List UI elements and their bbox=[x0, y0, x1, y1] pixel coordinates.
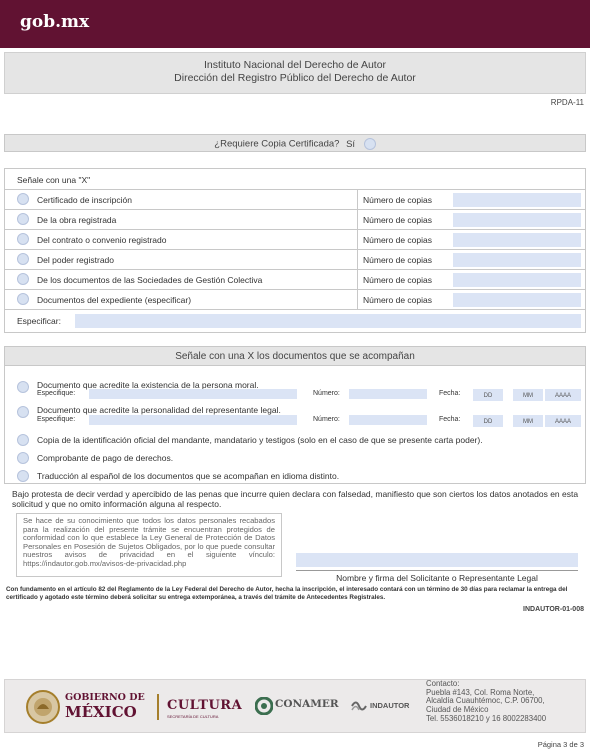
signature-label: Nombre y firma del Solicitante o Represe… bbox=[336, 573, 538, 583]
month-input[interactable]: MM bbox=[513, 415, 543, 427]
copies-input[interactable] bbox=[453, 253, 581, 267]
number-label: Número: bbox=[313, 416, 340, 423]
checkbox-obra[interactable] bbox=[17, 213, 29, 225]
specify-label: Especificar: bbox=[17, 316, 61, 326]
doc3-label: Copia de la identificación oficial del m… bbox=[37, 435, 483, 445]
divider bbox=[357, 230, 358, 250]
list-item: Documentos del expediente (especificar) … bbox=[5, 289, 585, 310]
contact-line: Tel. 5536018210 y 16 8002283400 bbox=[426, 713, 547, 723]
item-label: Documentos del expediente (especificar) bbox=[37, 295, 192, 305]
checkbox-poder[interactable] bbox=[17, 253, 29, 265]
header-box: Instituto Nacional del Derecho de Autor … bbox=[4, 52, 586, 94]
divider bbox=[357, 190, 358, 210]
footer: GOBIERNO DE MÉXICO CULTURA SECRETARÍA DE… bbox=[4, 679, 586, 733]
year-input[interactable]: AAAA bbox=[545, 389, 581, 401]
item-label: Del contrato o convenio registrado bbox=[37, 235, 167, 245]
specify-input[interactable] bbox=[75, 314, 581, 328]
checkbox-comprobante[interactable] bbox=[17, 452, 29, 464]
copies-input[interactable] bbox=[453, 213, 581, 227]
day-input[interactable]: DD bbox=[473, 415, 503, 427]
divider bbox=[357, 210, 358, 230]
certified-copy-checkbox[interactable] bbox=[363, 138, 376, 150]
page-number: Página 3 de 3 bbox=[537, 740, 584, 749]
copies-input[interactable] bbox=[453, 293, 581, 307]
month-input[interactable]: MM bbox=[513, 389, 543, 401]
year-input[interactable]: AAAA bbox=[545, 415, 581, 427]
number-input[interactable] bbox=[349, 389, 427, 399]
copies-label: Número de copias bbox=[363, 235, 432, 245]
copies-label: Número de copias bbox=[363, 195, 432, 205]
declaration-text: Bajo protesta de decir verdad y apercibi… bbox=[12, 489, 579, 509]
section2-title: Señale con una X los documentos que se a… bbox=[4, 346, 586, 366]
certified-copy-yes-label: Sí bbox=[346, 138, 356, 150]
logo-cultura-sub: SECRETARÍA DE CULTURA bbox=[167, 714, 219, 719]
checkbox-traduccion[interactable] bbox=[17, 470, 29, 482]
indautor-icon bbox=[351, 701, 367, 711]
checkbox-expediente[interactable] bbox=[17, 293, 29, 305]
checkbox-contrato[interactable] bbox=[17, 233, 29, 245]
date-label: Fecha: bbox=[439, 390, 461, 397]
certified-copy-bar: ¿Requiere Copia Certificada? Sí bbox=[4, 134, 586, 152]
copies-input[interactable] bbox=[453, 193, 581, 207]
item-label: Certificado de inscripción bbox=[37, 195, 132, 205]
copies-label: Número de copias bbox=[363, 215, 432, 225]
specify-label: Especifique: bbox=[37, 390, 76, 397]
copies-section: Señale con una "X" Certificado de inscri… bbox=[4, 168, 586, 333]
privacy-notice: Se hace de su conocimiento que todos los… bbox=[16, 513, 282, 577]
doc2-label: Documento que acredite la personalidad d… bbox=[37, 405, 281, 415]
divider bbox=[357, 250, 358, 270]
form-code: RPDA-11 bbox=[550, 98, 584, 107]
item-label: Del poder registrado bbox=[37, 255, 115, 265]
logo-conamer: CONAMER bbox=[275, 698, 339, 710]
date-label: Fecha: bbox=[439, 416, 461, 423]
copies-input[interactable] bbox=[453, 233, 581, 247]
copies-label: Número de copias bbox=[363, 295, 432, 305]
list-item: De la obra registrada Número de copias bbox=[5, 209, 585, 230]
conamer-icon bbox=[255, 697, 273, 715]
specify-row: Especificar: bbox=[5, 309, 585, 333]
item-label: De los documentos de las Sociedades de G… bbox=[37, 275, 263, 285]
attached-documents-section: Señale con una X los documentos que se a… bbox=[4, 346, 586, 484]
logo-cultura: CULTURA bbox=[167, 698, 243, 713]
brand-logo[interactable]: gob.mx bbox=[20, 12, 89, 32]
doc4-label: Comprobante de pago de derechos. bbox=[37, 453, 174, 463]
logo-divider bbox=[157, 694, 159, 720]
copies-input[interactable] bbox=[453, 273, 581, 287]
logo-indautor: INDAUTOR bbox=[370, 701, 410, 710]
copies-label: Número de copias bbox=[363, 275, 432, 285]
specify-label: Especifique: bbox=[37, 416, 76, 423]
section1-instruction: Señale con una "X" bbox=[17, 175, 91, 185]
legal-footnote: Con fundamento en el artículo 82 del Reg… bbox=[6, 586, 568, 601]
form-code-2: INDAUTOR-01-008 bbox=[523, 606, 584, 613]
signature-field[interactable] bbox=[296, 553, 578, 567]
checkbox-sociedades[interactable] bbox=[17, 273, 29, 285]
divider bbox=[357, 290, 358, 310]
number-label: Número: bbox=[313, 390, 340, 397]
item-label: De la obra registrada bbox=[37, 215, 117, 225]
coat-of-arms-icon bbox=[26, 690, 60, 724]
doc5-label: Traducción al español de los documentos … bbox=[37, 471, 340, 481]
day-input[interactable]: DD bbox=[473, 389, 503, 401]
divider bbox=[357, 270, 358, 290]
list-item: De los documentos de las Sociedades de G… bbox=[5, 269, 585, 290]
logo-mexico: MÉXICO bbox=[65, 703, 137, 721]
contact-block: Contacto: Puebla #143, Col. Roma Norte, … bbox=[426, 679, 547, 724]
institute-name: Instituto Nacional del Derecho de Autor bbox=[203, 59, 387, 71]
checkbox-persona-moral[interactable] bbox=[17, 381, 29, 393]
specify-input[interactable] bbox=[89, 415, 297, 425]
directorate-name: Dirección del Registro Público del Derec… bbox=[174, 72, 416, 84]
list-item: Certificado de inscripción Número de cop… bbox=[5, 189, 585, 210]
certified-copy-question: ¿Requiere Copia Certificada? bbox=[214, 138, 340, 150]
checkbox-identificacion[interactable] bbox=[17, 434, 29, 446]
list-item: Del poder registrado Número de copias bbox=[5, 249, 585, 270]
number-input[interactable] bbox=[349, 415, 427, 425]
signature-line bbox=[296, 570, 578, 571]
checkbox-representante[interactable] bbox=[17, 406, 29, 418]
copies-label: Número de copias bbox=[363, 255, 432, 265]
specify-input[interactable] bbox=[89, 389, 297, 399]
checkbox-certificado[interactable] bbox=[17, 193, 29, 205]
list-item: Del contrato o convenio registrado Númer… bbox=[5, 229, 585, 250]
logo-gobierno: GOBIERNO DE bbox=[65, 692, 145, 703]
